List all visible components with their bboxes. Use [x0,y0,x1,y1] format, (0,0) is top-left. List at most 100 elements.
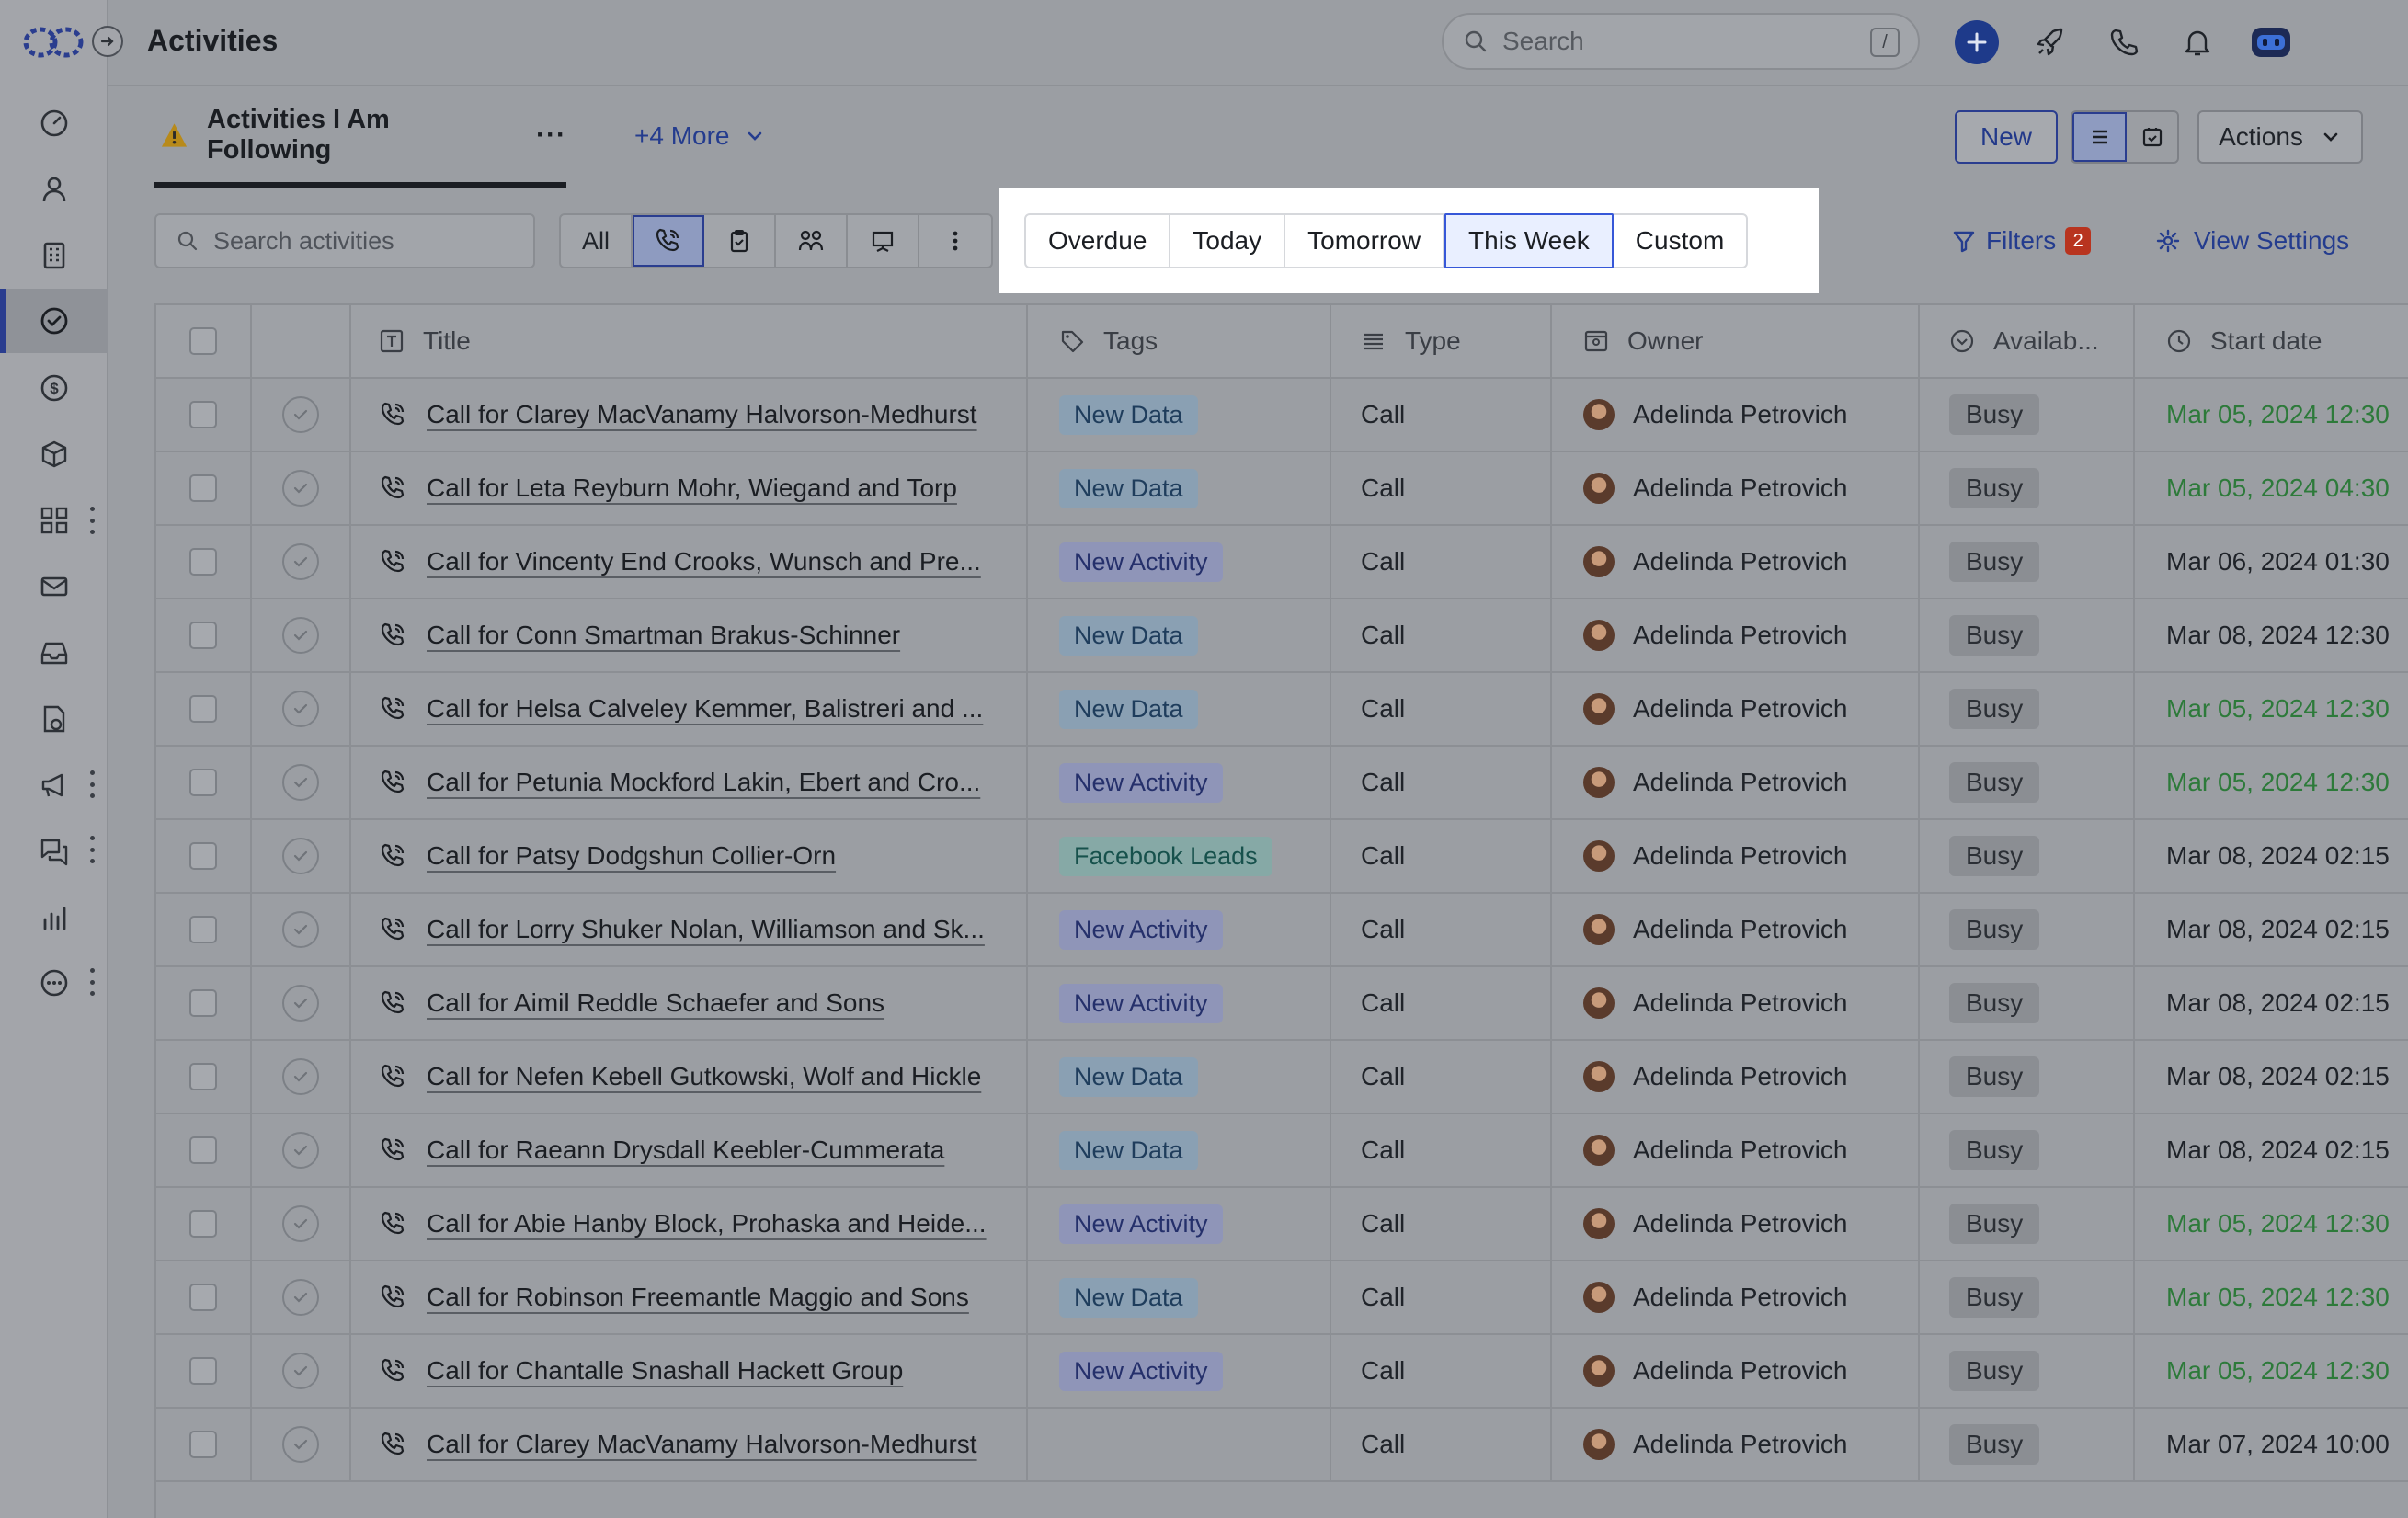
activity-title-link[interactable]: Call for Abie Hanby Block, Prohaska and … [427,1209,987,1238]
row-checkbox[interactable] [189,474,217,502]
filters-button[interactable]: Filters 2 [1951,226,2092,256]
nav-deals[interactable]: $ [0,356,108,420]
rocket-button[interactable] [2028,20,2072,64]
mark-done-button[interactable] [282,396,319,433]
campaigns-menu-dots-icon[interactable] [85,770,99,798]
nav-products[interactable] [0,422,108,486]
activity-title-link[interactable]: Call for Conn Smartman Brakus-Schinner [427,621,900,650]
view-settings-button[interactable]: View Settings [2155,226,2349,256]
date-option-this-week[interactable]: This Week [1444,213,1614,268]
activity-title-link[interactable]: Call for Lorry Shuker Nolan, Williamson … [427,915,985,944]
app-logo-icon[interactable] [22,24,86,61]
row-checkbox[interactable] [189,1136,217,1164]
type-task-button[interactable] [704,215,776,267]
select-all-checkbox[interactable] [189,327,217,355]
current-view-tab[interactable]: Activities I Am Following ··· [154,88,566,188]
activity-title-link[interactable]: Call for Chantalle Snashall Hackett Grou… [427,1356,903,1386]
mark-done-button[interactable] [282,1426,319,1463]
nav-contacts[interactable] [0,157,108,222]
nav-activities[interactable] [0,289,108,353]
activity-title-link[interactable]: Call for Robinson Freemantle Maggio and … [427,1283,969,1312]
tags-column-header[interactable]: Tags [1028,305,1331,377]
expand-sidebar-icon[interactable] [92,26,123,57]
apps-menu-dots-icon[interactable] [85,507,99,534]
mark-done-button[interactable] [282,1353,319,1389]
table-row[interactable]: Call for Chantalle Snashall Hackett Grou… [156,1335,2408,1409]
mark-done-button[interactable] [282,1058,319,1095]
mark-done-button[interactable] [282,543,319,580]
row-checkbox[interactable] [189,842,217,870]
nav-documents[interactable] [0,687,108,751]
availability-column-header[interactable]: Availab... [1920,305,2135,377]
row-checkbox[interactable] [189,916,217,943]
global-search-input[interactable]: Search / [1442,13,1920,70]
mark-done-button[interactable] [282,691,319,727]
activity-title-link[interactable]: Call for Aimil Reddle Schaefer and Sons [427,988,884,1018]
table-row[interactable]: Call for Leta Reyburn Mohr, Wiegand and … [156,452,2408,526]
activity-title-link[interactable]: Call for Helsa Calveley Kemmer, Balistre… [427,694,983,724]
activity-title-link[interactable]: Call for Petunia Mockford Lakin, Ebert a… [427,768,980,797]
table-row[interactable]: Call for Petunia Mockford Lakin, Ebert a… [156,747,2408,820]
nav-dashboard[interactable] [0,91,108,155]
activity-title-link[interactable]: Call for Vincenty End Crooks, Wunsch and… [427,547,981,576]
type-column-header[interactable]: Type [1331,305,1552,377]
calendar-view-button[interactable] [2127,112,2177,162]
nav-inbox[interactable] [0,621,108,685]
mark-done-button[interactable] [282,838,319,874]
activity-title-link[interactable]: Call for Clarey MacVanamy Halvorson-Medh… [427,1430,977,1459]
type-meeting-button[interactable] [776,215,848,267]
date-option-tomorrow[interactable]: Tomorrow [1285,215,1445,267]
row-checkbox[interactable] [189,548,217,576]
row-checkbox[interactable] [189,401,217,428]
activity-title-link[interactable]: Call for Patsy Dodgshun Collier-Orn [427,841,836,871]
table-row[interactable]: Call for Patsy Dodgshun Collier-Orn Faceb… [156,820,2408,894]
title-column-header[interactable]: Title [351,305,1028,377]
mark-done-button[interactable] [282,911,319,948]
table-row[interactable]: Call for Conn Smartman Brakus-Schinner Ne… [156,599,2408,673]
nav-companies[interactable] [0,223,108,288]
activity-title-link[interactable]: Call for Leta Reyburn Mohr, Wiegand and … [427,474,957,503]
list-view-button[interactable] [2072,112,2127,162]
table-row[interactable]: Call for Helsa Calveley Kemmer, Balistre… [156,673,2408,747]
table-row[interactable]: Call for Clarey MacVanamy Halvorson-Medh… [156,379,2408,452]
date-option-custom[interactable]: Custom [1614,215,1746,267]
chat-menu-dots-icon[interactable] [85,836,99,863]
table-row[interactable]: Call for Abie Hanby Block, Prohaska and … [156,1188,2408,1261]
more-menu-dots-icon[interactable] [85,968,99,996]
date-option-overdue[interactable]: Overdue [1026,215,1171,267]
date-option-today[interactable]: Today [1170,215,1286,267]
assistant-button[interactable] [2249,20,2293,64]
start-date-column-header[interactable]: Start date [2135,305,2408,377]
activity-title-link[interactable]: Call for Nefen Kebell Gutkowski, Wolf an… [427,1062,981,1091]
table-row[interactable]: Call for Aimil Reddle Schaefer and Sons N… [156,967,2408,1041]
row-checkbox[interactable] [189,695,217,723]
row-checkbox[interactable] [189,1210,217,1238]
mark-done-button[interactable] [282,764,319,801]
mark-done-button[interactable] [282,1132,319,1169]
nav-reports[interactable] [0,885,108,950]
row-checkbox[interactable] [189,1284,217,1311]
table-row[interactable]: Call for Nefen Kebell Gutkowski, Wolf an… [156,1041,2408,1114]
row-checkbox[interactable] [189,989,217,1017]
mark-done-button[interactable] [282,470,319,507]
view-options-dots-icon[interactable]: ··· [536,120,566,151]
activity-title-link[interactable]: Call for Clarey MacVanamy Halvorson-Medh… [427,400,977,429]
mark-done-button[interactable] [282,617,319,654]
table-row[interactable]: Call for Lorry Shuker Nolan, Williamson … [156,894,2408,967]
row-checkbox[interactable] [189,769,217,796]
activity-title-link[interactable]: Call for Raeann Drysdall Keebler-Cummera… [427,1136,944,1165]
table-row[interactable]: Call for Robinson Freemantle Maggio and … [156,1261,2408,1335]
phone-button[interactable] [2102,20,2146,64]
row-checkbox[interactable] [189,1357,217,1385]
table-row[interactable]: Call for Raeann Drysdall Keebler-Cummera… [156,1114,2408,1188]
type-call-button[interactable] [633,215,704,267]
owner-column-header[interactable]: Owner [1552,305,1920,377]
type-all-button[interactable]: All [561,215,633,267]
row-checkbox[interactable] [189,1431,217,1458]
type-more-button[interactable] [919,215,991,267]
row-checkbox[interactable] [189,622,217,649]
table-row[interactable]: Call for Vincenty End Crooks, Wunsch and… [156,526,2408,599]
new-activity-button[interactable]: New [1955,110,2058,164]
mark-done-button[interactable] [282,1279,319,1316]
quick-add-button[interactable] [1955,20,1999,64]
